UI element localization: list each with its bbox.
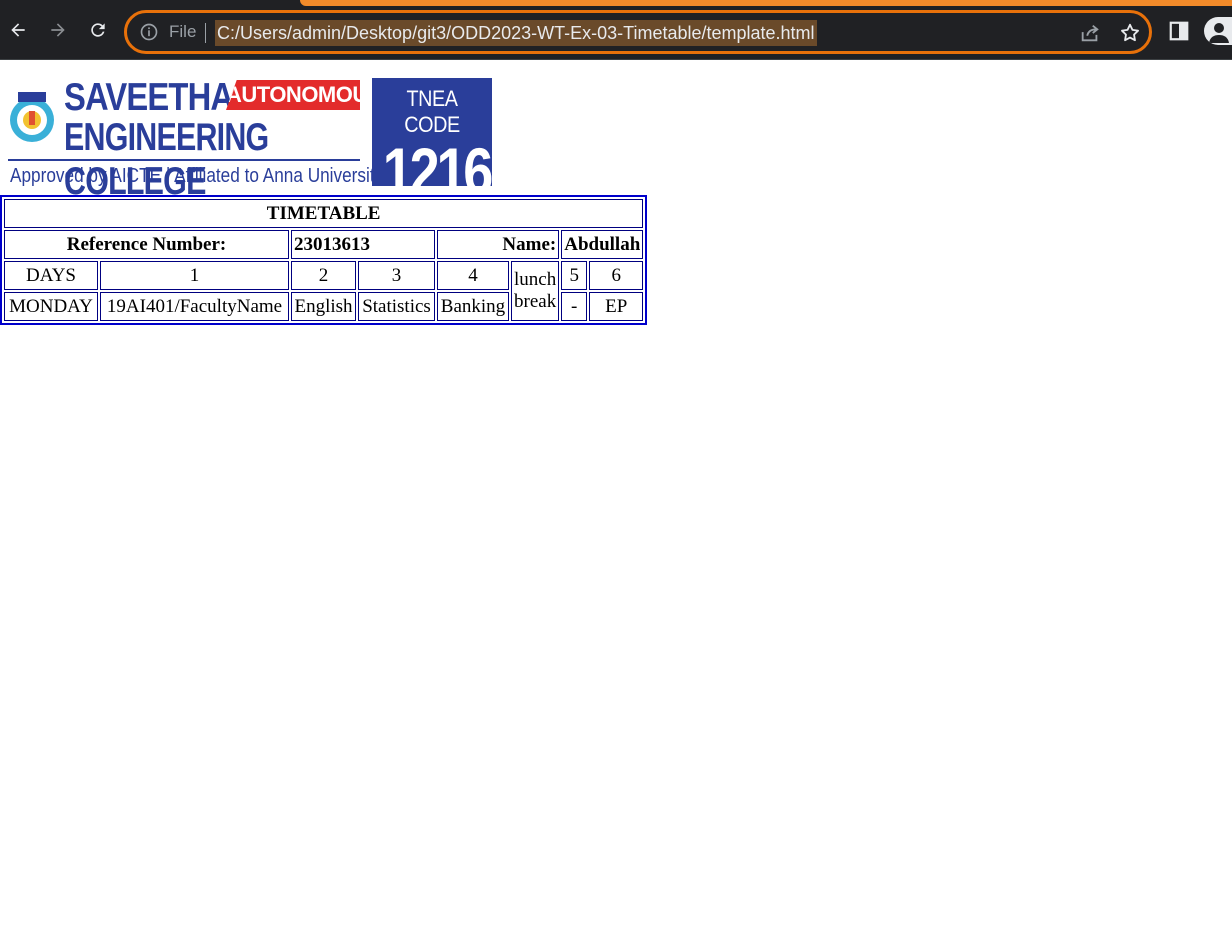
profile-avatar[interactable] [1204,17,1232,45]
tnea-code-label: TNEA CODE [404,86,460,137]
file-scheme-label: File [169,22,197,41]
monday-period-2: English [291,292,356,321]
address-separator [205,23,206,43]
active-tab-strip [300,0,1232,6]
period-2-header: 2 [291,261,356,290]
college-seal-icon [10,92,54,142]
url-text[interactable]: C:/Users/admin/Desktop/git3/ODD2023-WT-E… [215,20,817,46]
logo-divider [8,159,360,161]
side-panel-icon[interactable] [1168,20,1190,42]
table-row: TIMETABLE [4,199,644,228]
monday-period-6: EP [589,292,644,321]
timetable-title: TIMETABLE [4,199,644,228]
reload-icon [91,23,105,37]
person-icon [1209,23,1229,43]
info-icon[interactable] [139,22,159,42]
period-6-header: 6 [589,261,644,290]
monday-period-1: 19AI401/FacultyName [100,292,289,321]
period-4-header: 4 [437,261,509,290]
table-row: Reference Number: 23013613 Name: Abdulla… [4,230,644,259]
forward-arrow-icon [51,23,65,37]
monday-period-5: - [561,292,588,321]
period-3-header: 3 [358,261,435,290]
days-header: DAYS [4,261,98,290]
period-1-header: 1 [100,261,289,290]
autonomous-badge: AUTONOMOUS [226,80,360,110]
timetable-container: TIMETABLE Reference Number: 23013613 Nam… [0,195,648,325]
reference-number-label: Reference Number: [4,230,289,259]
back-arrow-icon [11,23,25,37]
tnea-code-box: TNEA CODE 1216 [372,78,493,204]
lunch-label: lunch [514,269,557,290]
address-bar[interactable]: File C:/Users/admin/Desktop/git3/ODD2023… [124,10,1152,54]
forward-button[interactable] [44,16,72,44]
reload-button[interactable] [84,16,112,44]
break-label: break [514,291,557,312]
timetable: TIMETABLE Reference Number: 23013613 Nam… [0,195,648,325]
browser-toolbar: File C:/Users/admin/Desktop/git3/ODD2023… [0,0,1232,60]
period-5-header: 5 [561,261,588,290]
college-logo: SAVEETHA AUTONOMOUS ENGINEERING COLLEGE … [6,76,494,204]
bookmark-star-icon[interactable] [1119,22,1141,44]
approval-text: Approved by AICTE | Affiliated to Anna U… [10,165,384,187]
monday-period-4: Banking [437,292,509,321]
monday-period-3: Statistics [358,292,435,321]
name-value: Abdullah [561,230,644,259]
lunch-break-cell: lunch break [511,261,560,321]
table-row: DAYS 1 2 3 4 lunch break 5 6 [4,261,644,321]
back-button[interactable] [4,16,32,44]
college-name-line1: SAVEETHA [64,76,234,119]
monday-day-cell: MONDAY [4,292,98,321]
name-label: Name: [437,230,560,259]
reference-number-value: 23013613 [291,230,435,259]
share-icon[interactable] [1079,22,1101,44]
